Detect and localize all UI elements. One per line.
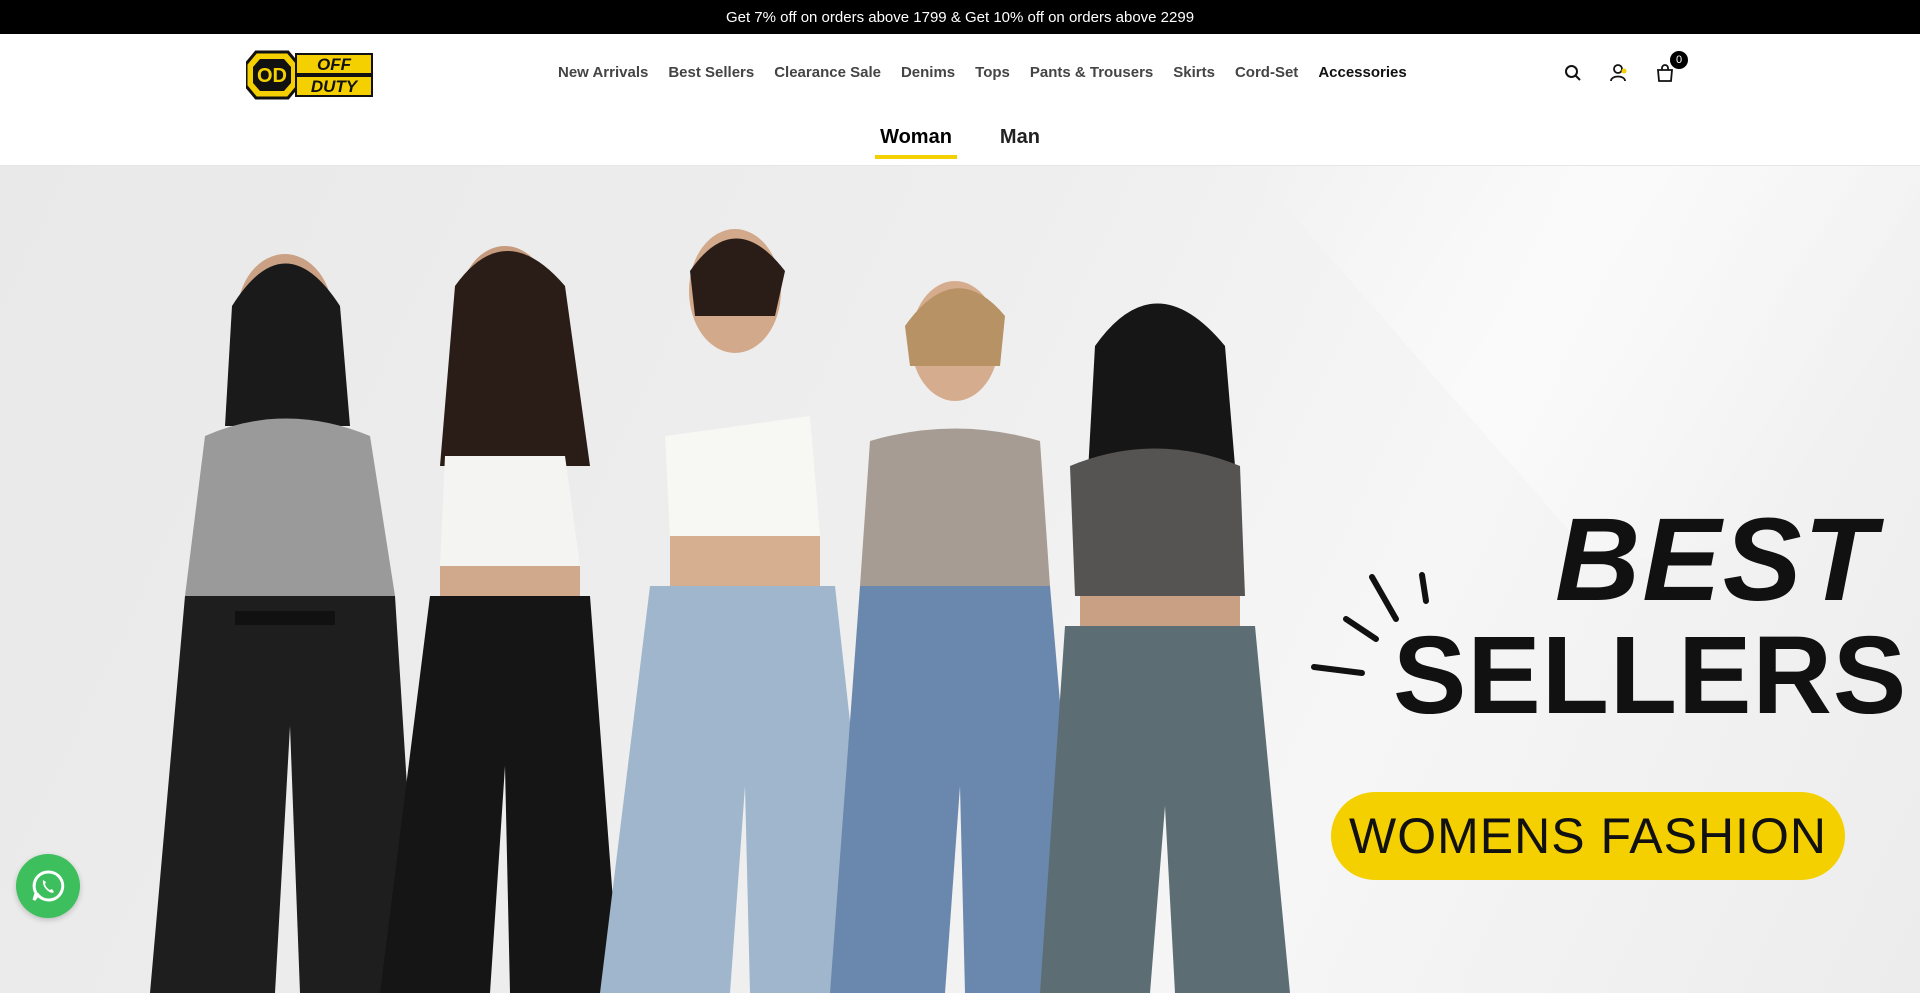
nav-accessories[interactable]: Accessories (1308, 64, 1416, 81)
nav-clearance-sale[interactable]: Clearance Sale (764, 64, 891, 81)
hero-banner[interactable]: BEST SELLERS WOMENS FASHION (0, 166, 1920, 993)
hero-headline-sellers: SELLERS (1393, 614, 1908, 737)
hero-headline-best: BEST (1555, 494, 1878, 626)
svg-text:DUTY: DUTY (311, 77, 359, 96)
nav-denims[interactable]: Denims (891, 64, 965, 81)
svg-text:OFF: OFF (317, 55, 352, 74)
tab-woman[interactable]: Woman (875, 126, 957, 159)
nav-pants-trousers[interactable]: Pants & Trousers (1020, 64, 1163, 81)
tab-man[interactable]: Man (995, 126, 1045, 159)
bag-icon[interactable]: 0 (1652, 51, 1688, 86)
brand-logo[interactable]: OD OFF DUTY (244, 50, 374, 100)
womens-fashion-pill: WOMENS FASHION (1331, 792, 1845, 880)
cart-count-badge: 0 (1670, 51, 1688, 69)
gender-tabs: Woman Man (0, 126, 1920, 159)
site-header: OD OFF DUTY New Arrivals Best Sellers Cl… (0, 34, 1920, 166)
announcement-bar: Get 7% off on orders above 1799 & Get 10… (0, 0, 1920, 34)
nav-cord-set[interactable]: Cord-Set (1225, 64, 1308, 81)
whatsapp-icon[interactable] (16, 854, 80, 918)
nav-tops[interactable]: Tops (965, 64, 1020, 81)
main-nav: New Arrivals Best Sellers Clearance Sale… (548, 64, 1417, 81)
nav-best-sellers[interactable]: Best Sellers (658, 64, 764, 81)
search-icon[interactable] (1560, 60, 1586, 86)
nav-skirts[interactable]: Skirts (1163, 64, 1225, 81)
nav-new-arrivals[interactable]: New Arrivals (548, 64, 658, 81)
user-icon[interactable] (1606, 60, 1632, 86)
announcement-text: Get 7% off on orders above 1799 & Get 10… (725, 8, 1195, 26)
header-icons: 0 (1560, 51, 1688, 86)
svg-text:OD: OD (257, 65, 287, 87)
